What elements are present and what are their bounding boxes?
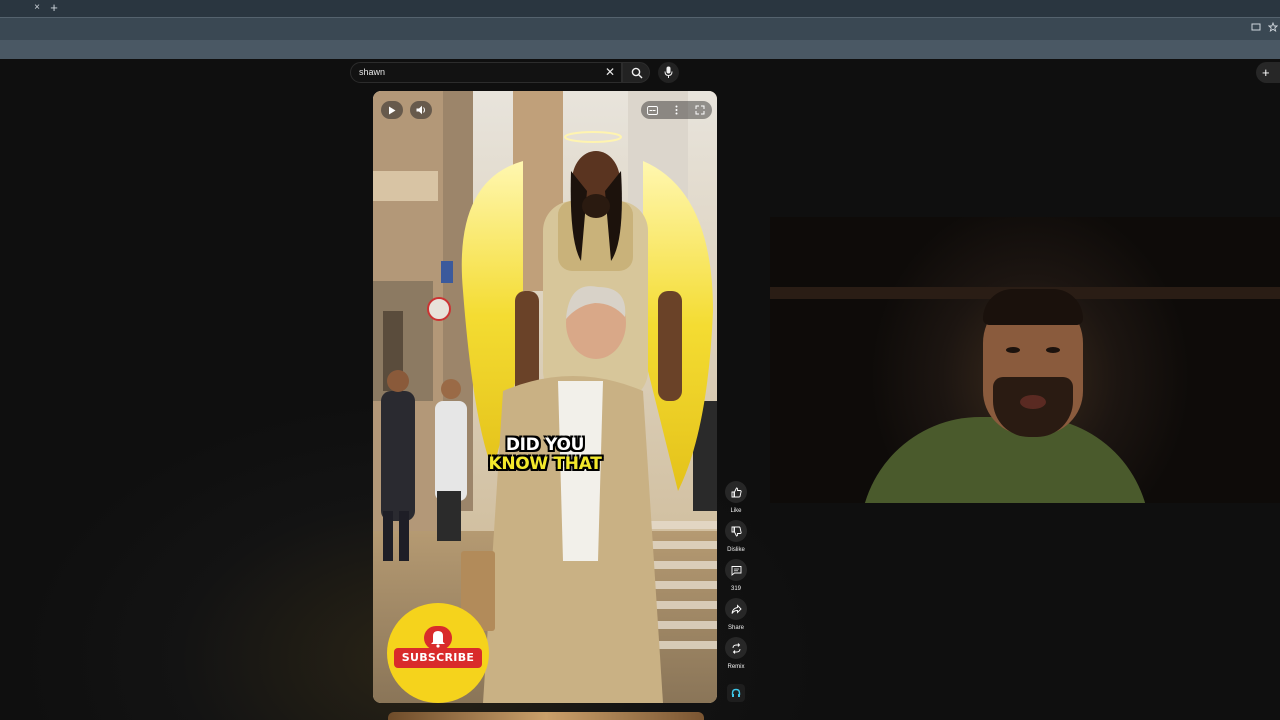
dislike-button[interactable] — [725, 520, 747, 542]
search-icon — [631, 67, 643, 79]
thumbs-up-icon — [731, 487, 742, 497]
captions-icon — [646, 105, 658, 115]
volume-icon — [416, 105, 425, 115]
remix-label: Remix — [727, 664, 745, 670]
thumbs-down-icon — [731, 526, 742, 536]
fullscreen-icon — [695, 105, 705, 115]
volume-button[interactable] — [410, 101, 432, 119]
next-short-preview[interactable] — [388, 712, 704, 720]
bell-icon — [424, 626, 452, 650]
browser-toolbar — [0, 17, 1280, 40]
comments-button[interactable] — [725, 559, 747, 581]
play-icon — [389, 106, 396, 114]
remix-icon — [732, 642, 740, 654]
share-action[interactable]: Share — [724, 598, 748, 631]
dislike-label: Dislike — [727, 547, 745, 553]
clear-search-icon[interactable]: ✕ — [605, 65, 615, 79]
search-query: shawn — [359, 67, 386, 77]
microphone-icon — [664, 66, 673, 78]
create-button[interactable]: + — [1256, 62, 1280, 83]
presenter-mouth — [1020, 395, 1046, 409]
share-icon — [731, 603, 742, 614]
captions-button[interactable] — [641, 101, 663, 119]
like-label: Like — [730, 508, 742, 514]
caption-line-2: KNOW THAT — [488, 454, 602, 474]
channel-avatar[interactable] — [727, 684, 745, 702]
share-button[interactable] — [725, 598, 747, 620]
remix-button[interactable] — [725, 637, 747, 659]
comments-action[interactable]: 319 — [724, 559, 748, 592]
search-button[interactable] — [622, 62, 650, 83]
like-button[interactable] — [725, 481, 747, 503]
share-label: Share — [727, 625, 744, 631]
presenter-shirt — [860, 417, 1150, 503]
close-tab-icon[interactable]: × — [31, 1, 43, 15]
webcam-overlay — [770, 217, 1280, 503]
presenter-eye — [1006, 347, 1020, 353]
like-action[interactable]: Like — [724, 481, 748, 514]
presenter-eye — [1046, 347, 1060, 353]
address-bar-area — [0, 40, 1280, 59]
more-icon — [675, 105, 677, 115]
fullscreen-button[interactable] — [689, 101, 711, 119]
new-tab-icon[interactable]: + — [48, 0, 60, 16]
comment-count: 319 — [730, 586, 741, 592]
caption-line-1: DID YOU — [505, 435, 585, 455]
search-input[interactable]: shawn ✕ — [350, 62, 622, 83]
subscribe-label: SUBSCRIBE — [394, 648, 482, 668]
cast-icon[interactable] — [1251, 22, 1261, 35]
comment-icon — [731, 565, 741, 576]
bookmark-star-icon[interactable] — [1267, 21, 1279, 35]
remix-action[interactable]: Remix — [724, 637, 748, 670]
dislike-action[interactable]: Dislike — [724, 520, 748, 553]
presenter-hair — [983, 289, 1083, 325]
voice-search-button[interactable] — [658, 62, 679, 83]
video-caption: DID YOU KNOW THAT — [470, 436, 620, 474]
more-options-button[interactable] — [665, 101, 687, 119]
play-button[interactable] — [381, 101, 403, 119]
headphones-icon — [731, 688, 741, 697]
browser-tab-bar: × + — [0, 0, 1280, 17]
